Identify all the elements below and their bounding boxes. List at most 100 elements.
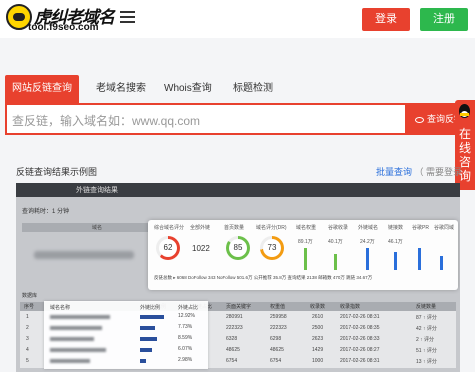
metric-header: 首页数量 [224, 225, 245, 231]
blurred-domain-bar [50, 348, 106, 352]
row-links: 13 ↑ 评分 [416, 359, 437, 365]
metric-header: 谷歌同域 [434, 225, 455, 231]
row-w: 259958 [270, 314, 287, 320]
blurred-domain-bar [50, 315, 110, 319]
tab-backlink-query[interactable]: 网站反链查询 [5, 75, 79, 103]
shot-highlight-panel: 域名名称 外链比例 外链占比 12.92% 7.73% 8.59% 6.07% … [44, 301, 208, 369]
metric-bar [366, 248, 369, 270]
row-kw: 280991 [226, 314, 243, 320]
ratio-bar [140, 326, 155, 330]
row-n: 2623 [312, 336, 324, 342]
metric-small-value: 24.2万 [360, 239, 375, 245]
shot-metrics-card: 综合域名评分 全部外链 首页数量 域名评分(DR) 域名权重 谷歌收录 外链域名… [148, 220, 458, 290]
row-date: 2017-02-26 08:31 [340, 314, 380, 320]
row-date: 2017-02-26 08:33 [340, 336, 380, 342]
metric-header: 谷歌收录 [328, 225, 349, 231]
shot-blurred-domain [34, 251, 134, 259]
site-logo[interactable]: 虎纠老域名 tool.f9seo.com [6, 2, 116, 34]
tab-whois-query[interactable]: Whois查询 [164, 75, 212, 103]
row-w: 6298 [270, 336, 282, 342]
score-value: 73 [263, 239, 281, 257]
shot-topbar-title: 外链查询结果 [76, 187, 118, 194]
row-no: 2 [26, 325, 29, 331]
row-date: 2017-02-26 08:35 [340, 325, 380, 331]
ratio-value: 2.98% [178, 357, 193, 363]
ratio-value: 6.07% [178, 346, 193, 352]
metric-bar [334, 254, 337, 270]
hl-header: 外链比例 [140, 305, 161, 311]
ratio-value: 12.92% [178, 313, 195, 319]
search-box: 查反链，输入域名如：www.qq.com 查询反链 [5, 103, 475, 135]
row-kw: 48625 [226, 347, 240, 353]
row-kw: 222323 [226, 325, 243, 331]
blurred-domain-bar [50, 359, 90, 363]
metric-small-value: 89.1万 [298, 239, 313, 245]
row-date: 2017-02-26 08:31 [340, 358, 380, 364]
metric-header: 域名权重 [296, 225, 317, 231]
example-links: 批量查询 （ 需要登录 [376, 165, 462, 178]
hamburger-menu-icon[interactable] [120, 11, 135, 23]
metric-bar [394, 252, 397, 270]
row-n: 1000 [312, 358, 324, 364]
metric-bar [304, 248, 307, 270]
ratio-bar [140, 348, 152, 352]
table-header-cell: 页面关键字 [226, 304, 252, 310]
row-w: 48625 [270, 347, 284, 353]
backlink-stats-line: 反链总数 ▸ 6068 DoFollow 343 NoFollow 501.6万… [154, 275, 373, 280]
example-result-screenshot: 外链查询结果 查询耗时：1 分钟 域名 综合域名评分 全部外链 首页数量 域名评… [16, 183, 460, 372]
table-header-cell: 权重值 [270, 304, 286, 310]
ratio-bar [140, 359, 146, 363]
domain-search-input[interactable]: 查反链，输入域名如：www.qq.com [12, 112, 200, 129]
row-n: 2610 [312, 314, 324, 320]
metric-header: 链接数 [388, 225, 404, 231]
row-n: 2500 [312, 325, 324, 331]
score-value: 85 [229, 239, 247, 257]
metric-header: 域名评分(DR) [256, 225, 287, 231]
row-links: 42 ↑ 评分 [416, 326, 437, 332]
table-header-cell: 反链数量 [416, 304, 437, 310]
hl-header: 域名名称 [50, 305, 71, 311]
shot-panel-label: 查询耗时：1 分钟 [22, 209, 70, 215]
blurred-domain-bar [50, 337, 94, 341]
login-required-note: （ 需要登录 [414, 167, 463, 177]
example-section-title: 反链查询结果示例图 [16, 167, 98, 177]
row-links: 2 ↑ 评分 [416, 337, 435, 343]
row-n: 1429 [312, 347, 324, 353]
logo-url: tool.f9seo.com [28, 22, 99, 33]
row-no: 1 [26, 314, 29, 320]
table-header-cell: 收录指数 [340, 304, 361, 310]
score-ring: 62 [156, 236, 180, 260]
shot-topbar: 外链查询结果 [16, 183, 460, 197]
register-button[interactable]: 注册 [420, 8, 468, 31]
blurred-domain-bar [50, 326, 102, 330]
score-ring: 85 [226, 236, 250, 260]
metric-header: 全部外链 [190, 225, 211, 231]
metric-small-value: 46.1万 [388, 239, 403, 245]
ratio-value: 7.73% [178, 324, 193, 330]
login-button[interactable]: 登录 [362, 8, 410, 31]
tab-old-domain-search[interactable]: 老域名搜索 [96, 75, 146, 103]
row-no: 3 [26, 336, 29, 342]
row-links: 87 ↑ 评分 [416, 315, 437, 321]
hl-header: 外链占比 [178, 305, 199, 311]
tab-title-check[interactable]: 标题检测 [233, 75, 273, 103]
row-kw: 6328 [226, 336, 238, 342]
row-w: 6754 [270, 358, 282, 364]
metric-header: 外链域名 [358, 225, 379, 231]
row-no: 5 [26, 358, 29, 364]
row-no: 4 [26, 347, 29, 353]
batch-query-link[interactable]: 批量查询 [376, 167, 412, 177]
shot-domain-col: 域名 [92, 225, 103, 231]
score-value: 62 [159, 239, 177, 257]
row-date: 2017-02-26 08:27 [340, 347, 380, 353]
metric-bar [440, 256, 443, 270]
shot-sub-label: 数据库 [22, 293, 38, 299]
score-ring: 73 [260, 236, 284, 260]
table-header-cell: 序号 [24, 304, 35, 310]
row-kw: 6754 [226, 358, 238, 364]
page: 虎纠老域名 tool.f9seo.com 登录 注册 网站反链查询 老域名搜索 … [0, 0, 475, 372]
row-w: 222323 [270, 325, 287, 331]
ratio-value: 8.59% [178, 335, 193, 341]
table-header-cell: 收录数 [310, 304, 326, 310]
top-header: 虎纠老域名 tool.f9seo.com 登录 注册 [0, 0, 475, 38]
